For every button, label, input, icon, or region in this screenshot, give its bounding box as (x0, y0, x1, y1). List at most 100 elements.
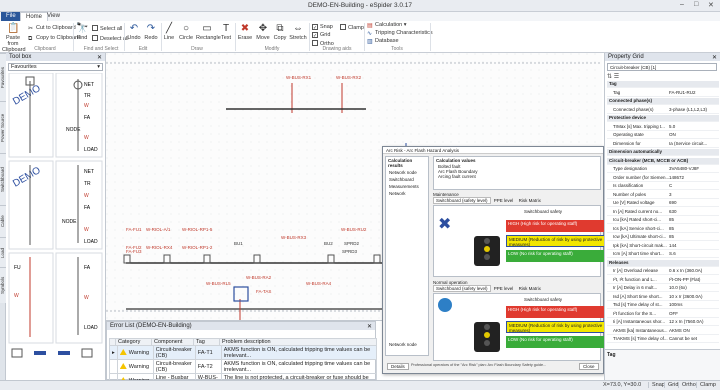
redo-button[interactable]: ↷ Redo (143, 23, 159, 41)
subtab[interactable]: Switchboard (safety level) (433, 285, 491, 292)
tab-file[interactable]: File (1, 12, 21, 21)
property-category[interactable]: Protective device (607, 115, 719, 122)
property-row[interactable]: Ii [A] Instantaneous shor... 12 x In (756… (607, 319, 719, 326)
property-row[interactable]: Icw [kA] Ultimate short-ci... 85 (607, 234, 719, 241)
property-row[interactable]: Icm [A] Short time short... S.6 (607, 251, 719, 258)
symbol-label: FA (84, 205, 91, 211)
database-button[interactable]: ▥ Database (367, 38, 399, 45)
property-grid-panel: Property Grid ✕ Circuit-breaker (CB) [1] … (604, 53, 720, 380)
subtab[interactable]: PPE level (492, 286, 516, 291)
property-value: Cannot be set (669, 336, 698, 341)
property-row[interactable]: AKMS [ka] Instantaneous... AKMS ON (607, 328, 719, 335)
deselect-all-button[interactable]: Deselect all (92, 35, 128, 42)
symbol-tile[interactable] (55, 73, 103, 158)
move-button[interactable]: ✥ Move (255, 23, 271, 41)
small-symbol[interactable] (11, 348, 23, 358)
text-button[interactable]: T Text (220, 23, 232, 41)
minimize-button[interactable]: – (680, 1, 684, 8)
property-row[interactable]: Tag FA-RU1-RU2 (607, 90, 719, 97)
subtab[interactable]: Risk Matrix (517, 286, 543, 291)
property-row[interactable]: Number of poles 3 (607, 192, 719, 199)
property-category[interactable]: Releases (607, 259, 719, 267)
property-key: Type designation (613, 166, 648, 171)
symbol-tile[interactable] (55, 160, 103, 250)
rectangle-icon: ▭ (202, 23, 212, 34)
tree-item[interactable]: Measurements (386, 183, 428, 190)
clamp-toggle[interactable]: Clamp (340, 24, 364, 31)
small-symbol[interactable] (81, 348, 93, 358)
property-row[interactable]: I²t, I²t function and L... I²t-ON-PP (Fla… (607, 277, 719, 284)
grid-toggle[interactable]: ✓ Grid (312, 32, 330, 39)
property-row[interactable]: Is classification C (607, 183, 719, 190)
coordinates-readout: X=73.0, Y=30.0 (603, 382, 642, 388)
undo-button[interactable]: ↶ Undo (126, 23, 142, 41)
stretch-button[interactable]: ⇔ Stretch (289, 23, 307, 41)
find-button[interactable]: 🔭 Find (75, 23, 89, 41)
property-key: Ue [V] Rated voltage (613, 200, 655, 205)
erase-button[interactable]: ✖ Erase (237, 23, 253, 41)
circle-button[interactable]: ○ Circle (178, 23, 194, 41)
subtab[interactable]: PPE level (492, 198, 516, 203)
property-row[interactable]: Tsd [s] Time delay of st... 100ms (607, 302, 719, 309)
property-row[interactable]: Operating state ON (607, 132, 719, 139)
tree-item[interactable]: Network node (386, 169, 428, 176)
table-row[interactable]: ▸ Warning Circuit-breaker (CB) FA-T1 AKM… (109, 345, 378, 360)
tree-item[interactable]: Network (386, 190, 428, 197)
property-row[interactable]: Connected phase(s) 3-phase (L1,L2,L3) (607, 107, 719, 114)
property-row[interactable]: Ipk [kA] Short-circuit mak... 144 (607, 243, 719, 250)
property-row[interactable]: TrAKMS [s] Time delay of... Cannot be set (607, 336, 719, 343)
property-category[interactable]: Dimension automatically (607, 149, 719, 156)
snap-toggle[interactable]: ✓ Snap (312, 24, 333, 31)
tripping-characteristics-button[interactable]: ∿ Tripping Characteristics (367, 30, 433, 37)
close-dialog-button[interactable]: Close (579, 363, 599, 370)
property-category[interactable]: Circuit-breaker (MCB, MCCB or ACB) (607, 157, 719, 165)
property-key: Connected phase(s) (609, 98, 653, 103)
property-row[interactable]: Ir [A] Delay in 6 mult... 10.0 (6x) (607, 285, 719, 292)
draw-group-label: Draw (191, 46, 203, 52)
close-icon[interactable]: ✕ (712, 54, 717, 61)
property-category[interactable]: Connected phase(s) (607, 98, 719, 105)
property-row[interactable]: Dimension for Ia (Service circuit... (607, 141, 719, 148)
line-button[interactable]: ╱ Line (162, 23, 176, 41)
property-row[interactable]: Isd [A] Short time short... 10 x Ir (3600… (607, 294, 719, 301)
property-value: I²t-ON-PP (Flat) (669, 276, 701, 282)
property-row[interactable]: I²t function for the S... OFF (607, 311, 719, 318)
details-button[interactable]: Details (387, 363, 409, 370)
small-symbol[interactable] (34, 351, 46, 355)
component-select[interactable]: Circuit-breaker (CB) [1] (607, 63, 717, 71)
close-icon[interactable]: ✕ (367, 323, 372, 330)
property-row[interactable]: Icu [kA] Rated short-ci... 85 (607, 217, 719, 224)
category-icon[interactable]: ☰ (614, 74, 619, 80)
copy-button[interactable]: ⧉ Copy (272, 23, 288, 41)
arc-risk-dialog: Arc Risk - Arc Flash Hazard Analysis Cal… (382, 146, 624, 374)
rectangle-button[interactable]: ▭ Rectangle (196, 23, 221, 41)
tree-item[interactable]: Switchboard (386, 176, 428, 183)
close-icon[interactable]: ✕ (97, 54, 102, 61)
select-all-button[interactable]: Select all (92, 25, 122, 32)
property-row[interactable]: Ue [V] Rated voltage 690 (607, 200, 719, 207)
tree-item[interactable]: Network node (386, 341, 420, 348)
property-category[interactable]: Tag (607, 81, 719, 88)
calculation-button[interactable]: ▤ Calculation ▾ (367, 22, 407, 29)
maximize-button[interactable]: □ (694, 1, 698, 8)
property-row[interactable]: Type designation 3VA5480-VJ8F (607, 166, 719, 173)
property-row[interactable]: Ics [kA] Service short-ci... 85 (607, 226, 719, 233)
subtab[interactable]: Risk Matrix (517, 198, 543, 203)
property-row[interactable]: Order number (for Siemen... 148672 (607, 175, 719, 182)
subtab[interactable]: Switchboard (safety level) (433, 197, 491, 204)
table-row[interactable]: Warning Circuit-breaker (CB) FA-T2 AKMS … (109, 359, 378, 374)
toolbox-category-select[interactable]: Favourites ▾ (8, 63, 103, 71)
property-row[interactable]: TrMax [s] Max. tripping t... 5.0 (607, 124, 719, 131)
sort-icon[interactable]: ⇅ (607, 74, 612, 80)
tab-view[interactable]: View (42, 12, 65, 21)
property-row[interactable]: In [A] Rated current no... 630 (607, 209, 719, 216)
copy-icon: ⧉ (28, 36, 33, 42)
cut-button[interactable]: ✂ Cut to Clipboard (28, 25, 76, 32)
clamp-status[interactable]: Clamp (696, 382, 719, 388)
close-button[interactable]: ✕ (708, 1, 714, 9)
small-symbol[interactable] (58, 351, 70, 355)
property-key: In [A] Rated current no... (613, 208, 663, 214)
property-key: I²t, I²t function and L... (613, 276, 657, 282)
symbol-label: W (84, 295, 89, 301)
property-row[interactable]: Ir [A] Overload release 0.6 x In (360.0A) (607, 268, 719, 275)
